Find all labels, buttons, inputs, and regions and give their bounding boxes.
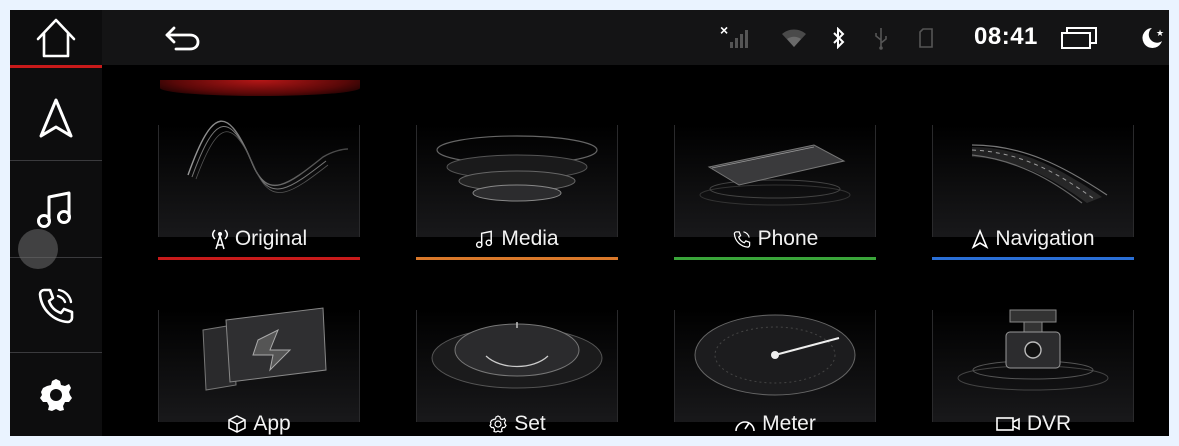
phone-device-illustration <box>699 144 851 206</box>
clock: 08:41 <box>974 23 1038 50</box>
wifi-icon <box>781 10 807 65</box>
head-unit-screen: × 08:41 ★ Original Media Phone Navigatio… <box>10 10 1169 436</box>
cellular-signal-icon: × <box>720 10 750 65</box>
tile-label: Meter <box>674 412 876 436</box>
tile-label-text: DVR <box>1026 412 1072 435</box>
recent-apps-button[interactable] <box>1060 10 1098 65</box>
tile-label: Phone <box>674 227 876 251</box>
back-button[interactable] <box>162 22 204 59</box>
tile-label-text: App <box>253 412 291 435</box>
antenna-icon <box>211 229 228 250</box>
usb-icon <box>874 10 888 65</box>
top-bar: × 08:41 ★ <box>102 10 1169 65</box>
moon-icon: ★ <box>1142 27 1164 48</box>
home-icon <box>36 18 76 57</box>
recent-apps-icon <box>1061 26 1097 49</box>
wave-illustration <box>187 120 349 193</box>
tile-label: Original <box>158 227 360 251</box>
disc-stack-illustration <box>436 135 598 202</box>
dial-illustration <box>431 322 603 389</box>
bluetooth-icon <box>831 10 847 65</box>
tile-set[interactable]: Set <box>416 270 618 435</box>
back-arrow-icon <box>165 26 200 51</box>
gauge-illustration <box>694 314 856 396</box>
music-note-icon <box>476 230 493 249</box>
tile-label-text: Navigation <box>995 227 1095 250</box>
dashcam-illustration <box>957 309 1109 391</box>
tile-media[interactable]: Media <box>416 85 618 260</box>
no-sim-indicator: × <box>720 21 729 38</box>
sd-card-icon <box>919 10 933 65</box>
tile-underline <box>674 257 876 260</box>
sidebar-item-home[interactable] <box>10 10 102 68</box>
tile-label-text: Original <box>234 227 308 250</box>
tile-dvr[interactable]: DVR <box>932 270 1134 435</box>
camera-icon <box>996 417 1020 431</box>
tile-underline <box>416 257 618 260</box>
tile-original[interactable]: Original <box>158 85 360 260</box>
navigation-arrow-icon <box>971 229 989 249</box>
tile-underline <box>158 257 360 260</box>
tile-label-text: Set <box>514 412 546 435</box>
tile-label-text: Phone <box>757 227 819 250</box>
app-windows-illustration <box>202 307 327 391</box>
tile-label: Set <box>416 412 618 436</box>
tile-label: Navigation <box>932 227 1134 251</box>
tile-label: App <box>158 412 360 436</box>
app-grid: Original Media Phone Navigation App Set … <box>10 65 1169 436</box>
tile-underline <box>932 257 1134 260</box>
svg-text:★: ★ <box>1156 29 1164 39</box>
gear-icon <box>489 415 507 433</box>
tile-label-text: Meter <box>762 412 816 435</box>
cube-icon <box>228 415 247 433</box>
tile-meter[interactable]: Meter <box>674 270 876 435</box>
tile-label: DVR <box>932 412 1134 436</box>
tile-navigation[interactable]: Navigation <box>932 85 1134 260</box>
road-illustration <box>971 144 1108 204</box>
signal-bars-icon <box>730 29 749 48</box>
tile-label: Media <box>416 227 618 251</box>
tile-phone[interactable]: Phone <box>674 85 876 260</box>
phone-icon <box>733 231 750 248</box>
tile-label-text: Media <box>501 227 559 250</box>
night-mode-button[interactable]: ★ <box>1137 10 1165 65</box>
gauge-icon <box>735 421 755 432</box>
tile-app[interactable]: App <box>158 270 360 435</box>
